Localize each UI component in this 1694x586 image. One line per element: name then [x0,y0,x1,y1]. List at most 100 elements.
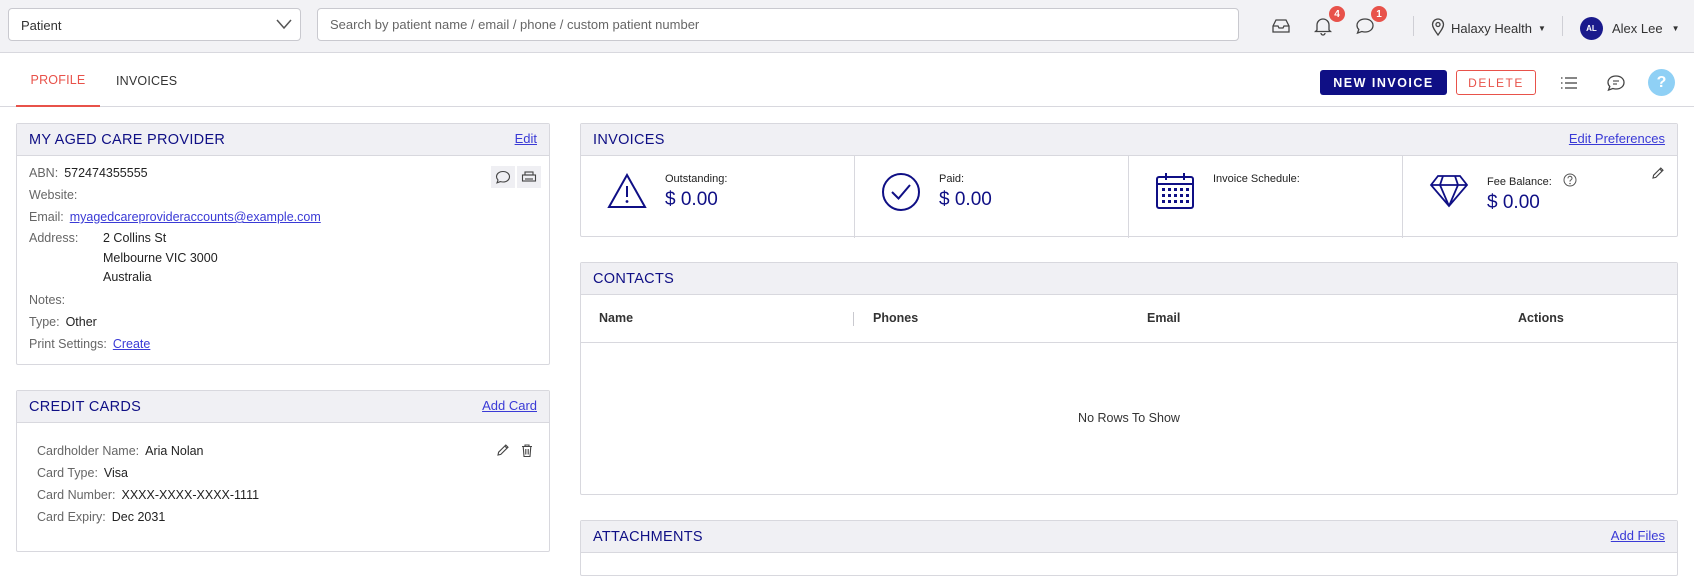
fee-balance-stat: Fee Balance: $ 0.00 [1403,156,1677,238]
panel-title: CREDIT CARDS [29,399,142,415]
type-value: Other [65,315,97,329]
abn-value: 572474355555 [64,166,148,180]
notifications-badge: 4 [1329,6,1345,22]
panel-header: CREDIT CARDS Add Card [17,391,549,423]
card-type-row: Card Type: Visa [37,466,128,480]
contacts-table-header: Name Phones Email Actions [581,295,1677,343]
calendar-icon [1155,172,1195,213]
tab-profile[interactable]: PROFILE [16,54,100,107]
card-type-value: Visa [103,466,129,480]
invoices-panel: INVOICES Edit Preferences Outstanding: $… [580,123,1678,238]
create-print-settings-link[interactable]: Create [113,337,151,351]
website-label: Website: [29,188,78,202]
address-label: Address: [29,231,79,245]
fee-balance-label: Fee Balance: [1487,176,1552,188]
type-label: Type: [29,315,60,329]
cardholder-label: Cardholder Name: [37,444,140,458]
card-expiry-row: Card Expiry: Dec 2031 [37,510,165,524]
card-number-label: Card Number: [37,488,116,502]
panel-title: INVOICES [593,132,665,148]
invoice-schedule-stat: Invoice Schedule: [1129,156,1403,238]
outstanding-value: $ 0.00 [665,189,718,210]
column-header-actions[interactable]: Actions [1518,311,1564,325]
address-line: Australia [103,270,152,284]
outstanding-label: Outstanding: [665,173,728,185]
column-divider[interactable] [853,312,854,326]
panel-header: INVOICES Edit Preferences [581,124,1677,156]
notes-label: Notes: [29,293,66,307]
map-pin-icon [1431,18,1445,39]
chat-icon[interactable]: 1 [1353,6,1387,38]
paid-value: $ 0.00 [939,189,992,210]
print-settings-label: Print Settings: [29,337,107,351]
column-header-name[interactable]: Name [599,311,633,325]
bell-icon[interactable]: 4 [1311,6,1345,38]
address-line: 2 Collins St [103,231,167,245]
pencil-icon[interactable] [491,439,515,461]
pencil-icon[interactable] [1651,166,1665,183]
cardholder-row: Cardholder Name: Aria Nolan [37,444,204,458]
abn-label: ABN: [29,166,59,180]
paid-label: Paid: [939,173,965,185]
website-row: Website: [29,188,77,202]
location-selector[interactable]: Halaxy Health ▼ [1431,18,1546,39]
add-card-link[interactable]: Add Card [482,398,537,413]
edit-preferences-link[interactable]: Edit Preferences [1569,131,1665,146]
address-row: Address: [29,231,78,245]
new-invoice-button[interactable]: NEW INVOICE [1320,70,1447,95]
credit-cards-panel: CREDIT CARDS Add Card Cardholder Name: Ar… [16,390,550,552]
column-header-email[interactable]: Email [1147,311,1180,325]
panel-title: CONTACTS [593,271,675,287]
add-files-link[interactable]: Add Files [1611,528,1665,543]
tab-invoices[interactable]: INVOICES [116,54,177,107]
list-icon[interactable] [1557,71,1581,95]
check-circle-icon [881,172,921,215]
card-expiry-value: Dec 2031 [111,510,166,524]
card-expiry-label: Card Expiry: [37,510,106,524]
trash-icon[interactable] [515,439,539,461]
attachments-panel: ATTACHMENTS Add Files [580,520,1678,576]
caret-down-icon: ▼ [1671,24,1680,33]
print-settings-row: Print Settings: Create [29,337,150,351]
empty-table-message: No Rows To Show [1078,411,1180,425]
record-type-select[interactable]: Patient [8,8,301,41]
user-name: Alex Lee [1612,21,1663,36]
card-number-value: XXXX-XXXX-XXXX-1111 [121,488,260,502]
chevron-down-icon [276,18,292,33]
panel-header: ATTACHMENTS Add Files [581,521,1677,553]
tabs-row: PROFILE INVOICES NEW INVOICE DELETE ? [0,54,1694,107]
panel-header: MY AGED CARE PROVIDER Edit [17,124,549,156]
user-menu[interactable]: AL Alex Lee ▼ [1580,17,1680,40]
avatar: AL [1580,17,1603,40]
column-header-phones[interactable]: Phones [873,311,918,325]
abn-row: ABN: 572474355555 [29,166,148,180]
card-type-label: Card Type: [37,466,98,480]
help-button[interactable]: ? [1648,69,1675,96]
divider [1562,16,1563,36]
panel-header: CONTACTS [581,263,1677,295]
email-label: Email: [29,210,64,224]
address-line: Melbourne VIC 3000 [103,251,218,265]
panel-title: MY AGED CARE PROVIDER [29,132,226,148]
delete-button[interactable]: DELETE [1456,70,1536,95]
diamond-icon [1429,174,1469,211]
message-icon[interactable] [491,166,515,188]
chat-icon[interactable] [1604,71,1628,95]
search-input[interactable] [317,8,1239,41]
location-label: Halaxy Health [1451,21,1532,36]
outstanding-stat: Outstanding: $ 0.00 [581,156,855,238]
printer-icon[interactable] [517,166,541,188]
inbox-icon[interactable] [1269,14,1293,38]
notes-row: Notes: [29,293,65,307]
cardholder-value: Aria Nolan [145,444,204,458]
card-number-row: Card Number: XXXX-XXXX-XXXX-1111 [37,488,259,502]
email-link[interactable]: myagedcareprovideraccounts@example.com [70,210,321,224]
edit-link[interactable]: Edit [515,131,537,146]
fee-balance-value: $ 0.00 [1487,192,1540,213]
provider-panel: MY AGED CARE PROVIDER Edit ABN: 572474355… [16,123,550,365]
divider [1413,16,1414,36]
email-row: Email: myagedcareprovideraccounts@example… [29,210,321,224]
panel-title: ATTACHMENTS [593,529,703,545]
type-row: Type: Other [29,315,97,329]
help-circle-icon[interactable] [1563,173,1577,190]
